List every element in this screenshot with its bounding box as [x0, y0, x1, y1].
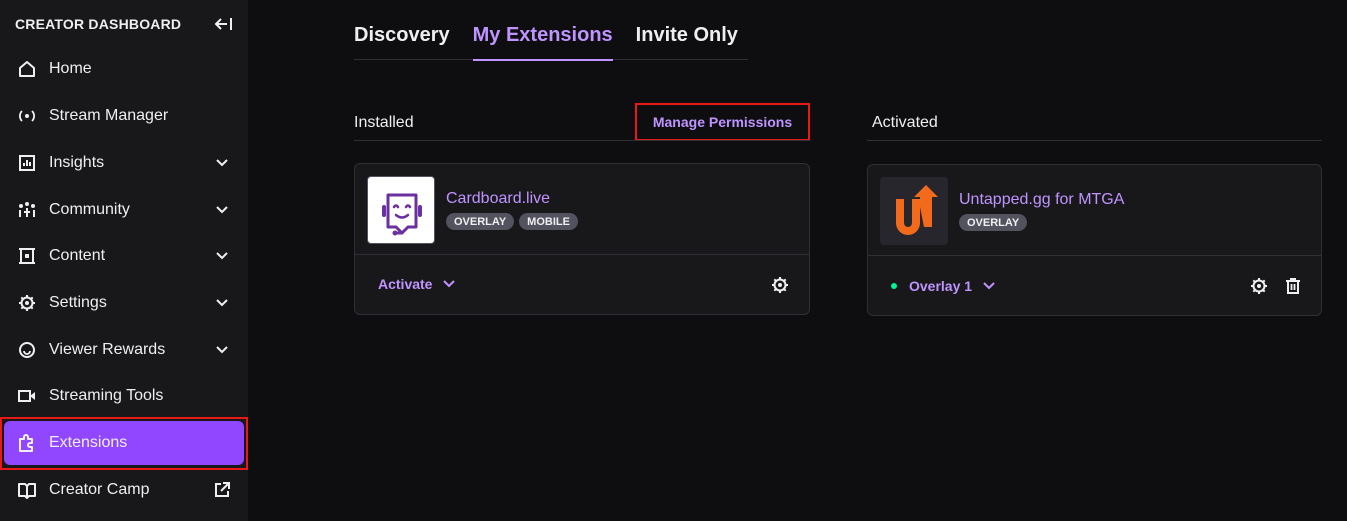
smile-icon [17, 340, 37, 360]
sidebar-item-insights[interactable]: Insights [4, 141, 244, 185]
activate-dropdown[interactable]: Activate [378, 276, 456, 292]
chevron-down-icon [212, 153, 232, 173]
external-link-icon [212, 480, 232, 500]
badge-overlay: OVERLAY [446, 213, 515, 230]
installed-extension-card: Cardboard.live OVERLAY MOBILE Activate [354, 163, 810, 315]
sidebar-item-home[interactable]: Home [4, 47, 244, 91]
tab-discovery[interactable]: Discovery [354, 24, 450, 60]
activate-label: Activate [378, 276, 433, 292]
sidebar-item-label: Settings [49, 294, 107, 311]
manage-permissions-link[interactable]: Manage Permissions [635, 103, 810, 141]
chevron-down-icon [212, 200, 232, 220]
gear-icon [17, 293, 37, 313]
sidebar-title: CREATOR DASHBOARD [15, 16, 182, 32]
sidebar-item-label: Streaming Tools [49, 387, 164, 404]
sidebar-item-label: Extensions [49, 434, 128, 451]
sidebar-header: CREATOR DASHBOARD [15, 14, 235, 34]
tab-my-extensions[interactable]: My Extensions [472, 24, 613, 61]
chevron-down-icon [212, 293, 232, 313]
sidebar-item-label: Content [49, 247, 106, 264]
settings-gear-icon[interactable] [768, 273, 792, 297]
cardboard-live-logo [367, 176, 435, 244]
home-icon [17, 59, 37, 79]
badge-mobile: MOBILE [519, 213, 578, 230]
activated-extension-card: Untapped.gg for MTGA OVERLAY Overlay 1 [867, 164, 1322, 316]
activated-heading: Activated [872, 114, 938, 131]
sidebar-item-extensions[interactable]: Extensions [4, 421, 244, 465]
sidebar-item-label: Stream Manager [49, 107, 169, 124]
camera-icon [17, 386, 37, 406]
sidebar-item-label: Insights [49, 154, 105, 171]
sidebar-item-viewer-rewards[interactable]: Viewer Rewards [4, 328, 244, 372]
sidebar-item-settings[interactable]: Settings [4, 281, 244, 325]
installed-heading: Installed [354, 114, 414, 131]
sidebar-item-stream-manager[interactable]: Stream Manager [4, 94, 244, 138]
extension-badges: OVERLAY MOBILE [446, 213, 578, 230]
card-header: Untapped.gg for MTGA OVERLAY [868, 165, 1321, 256]
sidebar: CREATOR DASHBOARD Home Stream Manager In… [0, 0, 248, 521]
overlay-slot-dropdown[interactable]: Overlay 1 [891, 278, 996, 294]
tab-invite-only[interactable]: Invite Only [636, 24, 738, 60]
sidebar-item-community[interactable]: Community [4, 188, 244, 232]
chevron-down-icon [212, 246, 232, 266]
sidebar-item-creator-camp[interactable]: Creator Camp [4, 468, 244, 512]
trash-icon[interactable] [1281, 274, 1305, 298]
badge-overlay: OVERLAY [959, 214, 1028, 231]
card-header: Cardboard.live OVERLAY MOBILE [355, 164, 809, 255]
puzzle-icon [17, 433, 37, 453]
sidebar-item-streaming-tools[interactable]: Streaming Tools [4, 374, 244, 418]
chevron-down-icon [982, 281, 996, 291]
content-icon [17, 246, 37, 266]
sidebar-item-content[interactable]: Content [4, 234, 244, 278]
collapse-sidebar-icon[interactable] [213, 15, 235, 33]
extension-name-link[interactable]: Untapped.gg for MTGA [959, 191, 1124, 209]
community-icon [17, 200, 37, 220]
extension-tabs: Discovery My Extensions Invite Only [354, 24, 748, 61]
untapped-gg-logo [880, 177, 948, 245]
chevron-down-icon [212, 340, 232, 360]
sidebar-item-label: Community [49, 201, 130, 218]
overlay-slot-label: Overlay 1 [909, 278, 973, 294]
active-status-dot [891, 283, 897, 289]
extension-name-link[interactable]: Cardboard.live [446, 190, 550, 208]
activated-divider [867, 140, 1322, 141]
extension-badges: OVERLAY [959, 214, 1028, 231]
book-icon [17, 480, 37, 500]
settings-gear-icon[interactable] [1247, 274, 1271, 298]
installed-divider [354, 140, 810, 141]
sidebar-item-label: Home [49, 60, 92, 77]
sidebar-item-label: Creator Camp [49, 481, 150, 498]
broadcast-icon [17, 106, 37, 126]
chart-icon [17, 153, 37, 173]
chevron-down-icon [442, 279, 456, 289]
sidebar-item-label: Viewer Rewards [49, 341, 166, 358]
